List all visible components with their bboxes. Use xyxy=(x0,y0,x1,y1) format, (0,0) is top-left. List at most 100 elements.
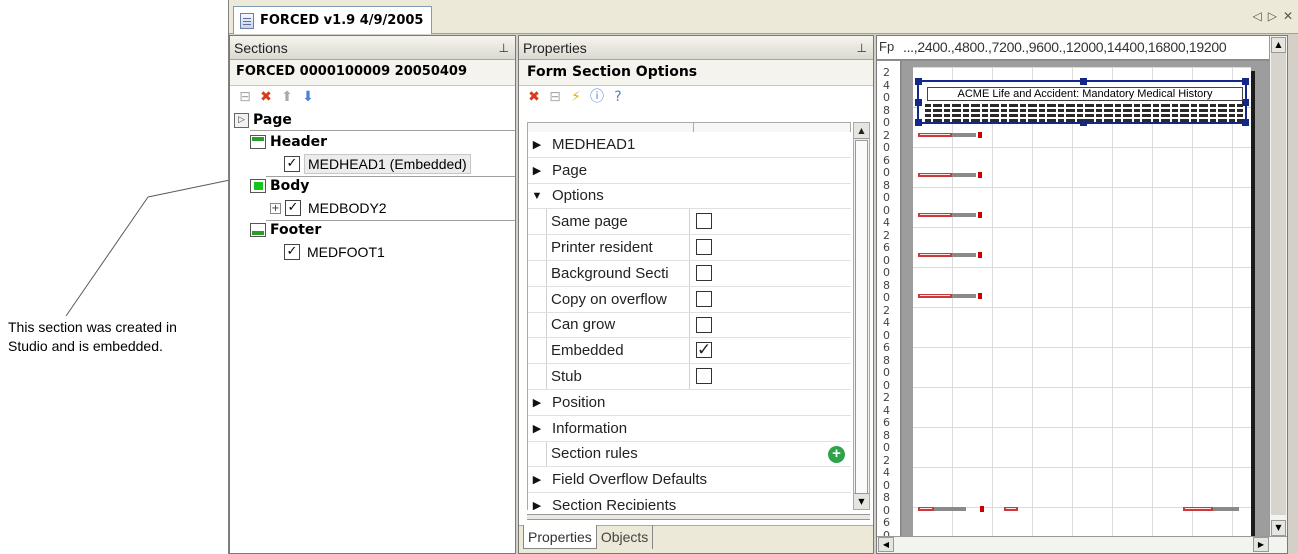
resize-handle[interactable] xyxy=(915,78,922,85)
tab-scroll-left-icon[interactable]: ◁ xyxy=(1252,9,1261,23)
scroll-down-icon[interactable]: ▼ xyxy=(1271,520,1286,536)
expand-arrow-icon[interactable]: ▶ xyxy=(528,473,546,486)
property-checkbox[interactable] xyxy=(696,290,712,307)
tree-node-footer[interactable]: Footer xyxy=(250,220,321,240)
tab-objects[interactable]: Objects xyxy=(597,525,654,549)
property-category-row[interactable]: ▶ Page xyxy=(528,157,851,184)
property-row-option[interactable]: Can grow xyxy=(528,312,851,339)
scrollbar-thumb[interactable] xyxy=(855,140,868,494)
expand-arrow-icon[interactable]: ▶ xyxy=(528,138,546,151)
ruler-numbers: ...,2400.,4800.,7200.,9600.,12000,14400,… xyxy=(903,39,1227,55)
properties-panel-title-label: Properties xyxy=(523,39,587,56)
property-category-row[interactable]: ▶ Field Overflow Defaults xyxy=(528,467,851,494)
ruler-tick-label: 0 xyxy=(883,203,890,217)
move-down-icon[interactable]: ⬇ xyxy=(301,90,315,104)
scroll-up-icon[interactable]: ▲ xyxy=(854,123,869,139)
resize-handle[interactable] xyxy=(1242,78,1249,85)
tree-item-medhead1[interactable]: ✓ MEDHEAD1 (Embedded) xyxy=(284,154,471,174)
property-checkbox[interactable] xyxy=(696,264,712,281)
preview-horizontal-scrollbar[interactable]: ◀ ▶ xyxy=(877,536,1287,553)
resize-handle[interactable] xyxy=(915,99,922,106)
property-checkbox[interactable] xyxy=(696,316,712,333)
property-row-option[interactable]: Embedded ✓ xyxy=(528,338,851,365)
ruler-tick-label: 0 xyxy=(883,441,890,454)
tree-node-body[interactable]: Body xyxy=(250,176,309,196)
tree-node-page[interactable]: ▷ Page xyxy=(234,110,292,130)
resize-handle[interactable] xyxy=(1080,78,1087,85)
pin-icon[interactable]: ⊥ xyxy=(857,41,867,55)
property-category-row[interactable]: ▶ MEDHEAD1 xyxy=(528,132,851,158)
tree-node-header[interactable]: Header xyxy=(250,132,327,152)
property-row-option[interactable]: Background Secti xyxy=(528,260,851,287)
footer-section-icon xyxy=(250,223,266,237)
tab-navigation: ◁ ▷ ✕ xyxy=(1252,9,1293,23)
property-category-row[interactable]: ▶ Position xyxy=(528,389,851,416)
property-checkbox[interactable] xyxy=(696,213,712,230)
expand-icon[interactable]: + xyxy=(270,202,281,214)
scroll-right-icon[interactable]: ▶ xyxy=(1253,537,1269,552)
scroll-up-icon[interactable]: ▲ xyxy=(1271,37,1286,53)
medfoot1-checkbox[interactable]: ✓ xyxy=(284,244,300,260)
ruler-tick-label: 2 xyxy=(883,303,890,317)
delete-icon[interactable]: ✖ xyxy=(527,90,541,104)
property-checkbox[interactable] xyxy=(696,239,712,256)
property-row-option[interactable]: Copy on overflow xyxy=(528,286,851,313)
panel-splitter[interactable] xyxy=(527,514,870,520)
property-checkbox[interactable]: ✓ xyxy=(696,341,712,359)
resize-handle[interactable] xyxy=(1242,119,1249,126)
property-checkbox[interactable] xyxy=(696,368,712,385)
property-category-row[interactable]: ▶ Section Recipients xyxy=(528,493,851,510)
tree-item-medbody2[interactable]: + ✓ MEDBODY2 xyxy=(270,198,390,218)
ruler-tick-label: 2 xyxy=(883,391,890,404)
delete-icon[interactable]: ✖ xyxy=(259,90,273,104)
scroll-left-icon[interactable]: ◀ xyxy=(878,537,894,552)
tree-item-medfoot1[interactable]: ✓ MEDFOOT1 xyxy=(284,242,388,262)
medbody2-checkbox[interactable]: ✓ xyxy=(285,200,301,216)
form-page[interactable]: ACME Life and Accident: Mandatory Medica… xyxy=(913,67,1251,537)
property-category-row[interactable]: ▼ Options xyxy=(528,183,851,210)
insert-section-icon[interactable]: ⊟ xyxy=(238,90,252,104)
properties-toolbar: ✖ ⊟ ⚡ ⓘ ? xyxy=(519,86,873,108)
move-up-icon[interactable]: ⬆ xyxy=(280,90,294,104)
close-icon[interactable]: ✕ xyxy=(1283,9,1293,23)
expand-arrow-icon[interactable]: ▶ xyxy=(528,422,546,435)
tab-properties[interactable]: Properties xyxy=(523,525,597,549)
property-grid-scrollbar[interactable]: ▲ ▼ xyxy=(853,122,870,510)
help-icon[interactable]: ? xyxy=(611,90,625,104)
insert-icon[interactable]: ⊟ xyxy=(548,90,562,104)
preview-vertical-scrollbar[interactable]: ▲ ▼ xyxy=(1269,36,1287,537)
medhead1-checkbox[interactable]: ✓ xyxy=(284,156,300,172)
resize-handle[interactable] xyxy=(915,119,922,126)
page-icon: ▷ xyxy=(234,112,249,128)
ruler-tick-label: 0 xyxy=(883,116,890,129)
selected-header-section[interactable]: ACME Life and Accident: Mandatory Medica… xyxy=(915,78,1249,126)
form-section-options-header: Form Section Options xyxy=(519,60,873,86)
tab-scroll-right-icon[interactable]: ▷ xyxy=(1268,9,1277,23)
lightning-icon[interactable]: ⚡ xyxy=(569,90,583,104)
ruler-tick-label: 0 xyxy=(883,291,890,304)
property-category-row[interactable]: ▶ Information xyxy=(528,415,851,442)
scroll-down-icon[interactable]: ▼ xyxy=(854,493,869,509)
expand-arrow-icon[interactable]: ▶ xyxy=(528,164,546,177)
expand-arrow-icon[interactable]: ▼ xyxy=(528,190,546,202)
form-name: FORCED 0000100009 20050409 xyxy=(230,60,515,86)
preview-canvas[interactable]: ACME Life and Accident: Mandatory Medica… xyxy=(902,61,1269,537)
property-row-option[interactable]: Printer resident xyxy=(528,235,851,261)
ruler-tick-label: 0 xyxy=(883,378,890,392)
info-icon[interactable]: ⓘ xyxy=(590,90,604,104)
expand-arrow-icon[interactable]: ▶ xyxy=(528,396,546,409)
property-category-label: Section Recipients xyxy=(552,497,677,510)
properties-tabs: Properties Objects xyxy=(519,525,873,553)
add-rule-icon[interactable]: + xyxy=(828,445,845,463)
document-tab[interactable]: FORCED v1.9 4/9/2005 xyxy=(233,6,433,34)
property-row-option[interactable]: Stub xyxy=(528,364,851,390)
tree-item-medbody2-label: MEDBODY2 xyxy=(308,200,387,216)
ruler-tick-label: 4 xyxy=(883,403,890,417)
pin-icon[interactable]: ⊥ xyxy=(499,41,509,55)
property-row-section-rules[interactable]: Section rules + xyxy=(528,441,851,468)
scrollbar-thumb[interactable] xyxy=(1271,53,1286,515)
expand-arrow-icon[interactable]: ▶ xyxy=(528,499,546,510)
property-row-option[interactable]: Same page xyxy=(528,209,851,236)
ruler-tick-label: 2 xyxy=(883,228,890,242)
resize-handle[interactable] xyxy=(1242,99,1249,106)
